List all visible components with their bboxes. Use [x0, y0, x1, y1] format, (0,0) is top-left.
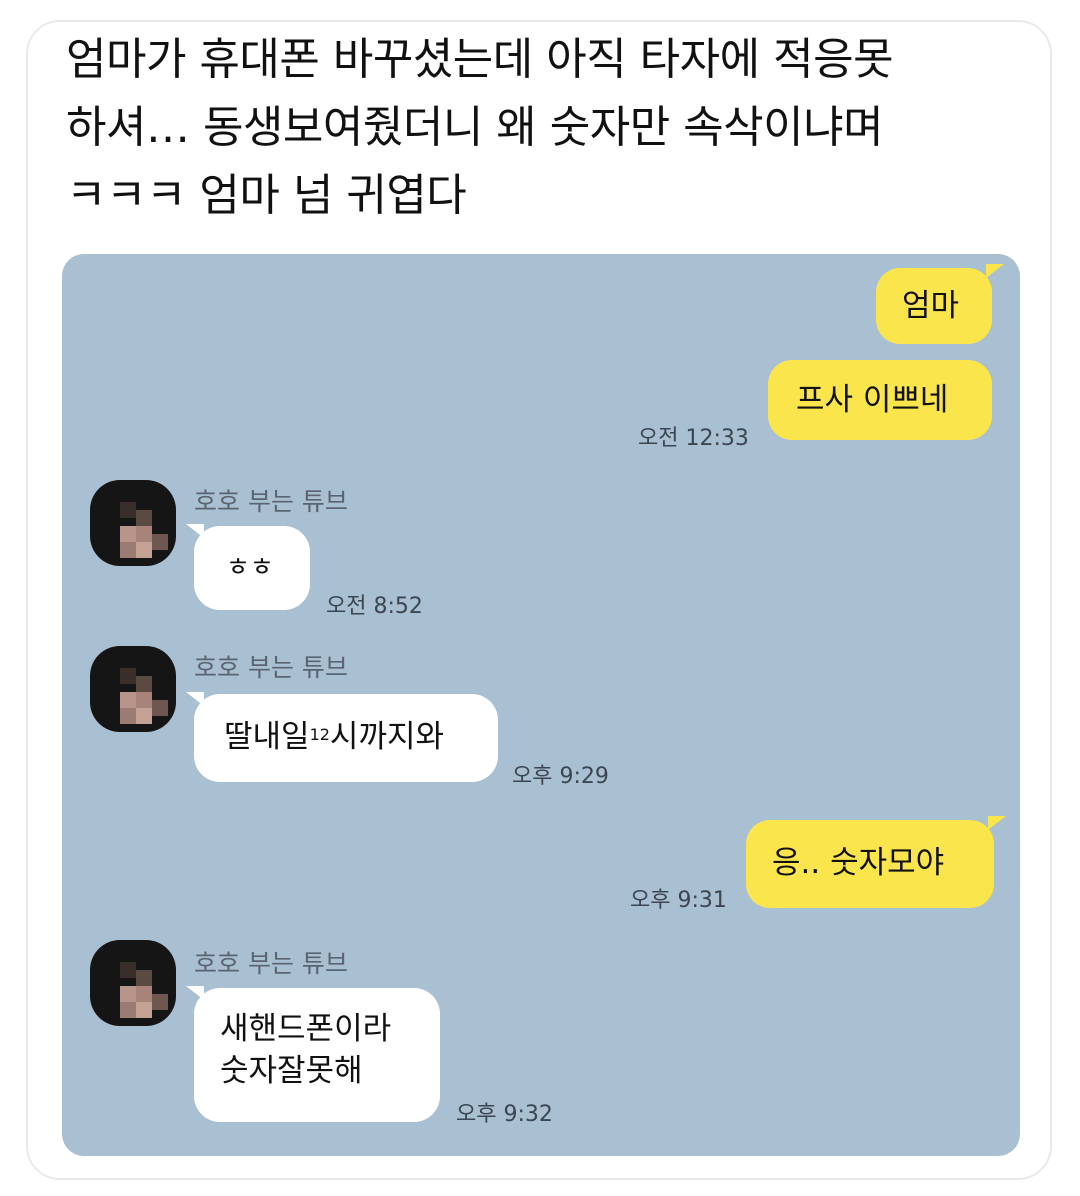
- message-text-line: 새핸드폰이라: [220, 1011, 392, 1047]
- my-message-bubble: 엄마: [876, 268, 992, 344]
- my-message-bubble: 프사 이쁘네: [768, 360, 992, 440]
- profile-avatar: [90, 940, 176, 1026]
- message-text-superscript: 12: [309, 725, 330, 744]
- message-text: 프사 이쁘네: [796, 382, 949, 418]
- their-message-bubble: 새핸드폰이라 숫자잘못해: [194, 988, 440, 1122]
- message-timestamp: 오전 12:33: [638, 426, 749, 451]
- message-timestamp: 오후 9:31: [630, 888, 727, 913]
- profile-avatar: [90, 480, 176, 566]
- caption-line: ㅋㅋㅋ 엄마 넘 귀엽다: [66, 170, 467, 221]
- sender-name: 호호 부는 튜브: [194, 653, 348, 682]
- sender-name: 호호 부는 튜브: [194, 949, 348, 978]
- bubble-tail: [986, 264, 1004, 278]
- bubble-tail: [186, 692, 204, 706]
- sender-name: 호호 부는 튜브: [194, 487, 348, 516]
- message-text: 엄마: [902, 288, 960, 324]
- their-message-bubble: ㅎㅎ: [194, 526, 310, 610]
- bubble-tail: [988, 816, 1006, 830]
- bubble-tail: [186, 524, 204, 538]
- bubble-tail: [186, 986, 204, 1000]
- their-message-bubble: 딸내일12시까지와: [194, 694, 498, 782]
- message-timestamp: 오후 9:29: [512, 764, 609, 789]
- message-text: 딸내일: [224, 719, 310, 755]
- message-text-line: 숫자잘못해: [220, 1053, 363, 1089]
- caption-line: 하셔… 동생보여줬더니 왜 숫자만 속삭이냐며: [66, 102, 884, 153]
- message-text: 응.. 숫자모야: [772, 845, 945, 881]
- chat-screenshot: 엄마 프사 이쁘네 오전 12:33 호호 부는 튜브 ㅎㅎ 오전 8:52 호…: [62, 254, 1020, 1156]
- message-timestamp: 오후 9:32: [456, 1102, 553, 1127]
- post-caption: 엄마가 휴대폰 바꾸셨는데 아직 타자에 적응못 하셔… 동생보여줬더니 왜 숫…: [66, 26, 1026, 230]
- profile-avatar: [90, 646, 176, 732]
- message-text: ㅎㅎ: [226, 553, 274, 583]
- message-text: 시까지와: [329, 719, 445, 755]
- caption-line: 엄마가 휴대폰 바꾸셨는데 아직 타자에 적응못: [66, 34, 894, 85]
- my-message-bubble: 응.. 숫자모야: [746, 820, 994, 908]
- message-timestamp: 오전 8:52: [326, 594, 423, 619]
